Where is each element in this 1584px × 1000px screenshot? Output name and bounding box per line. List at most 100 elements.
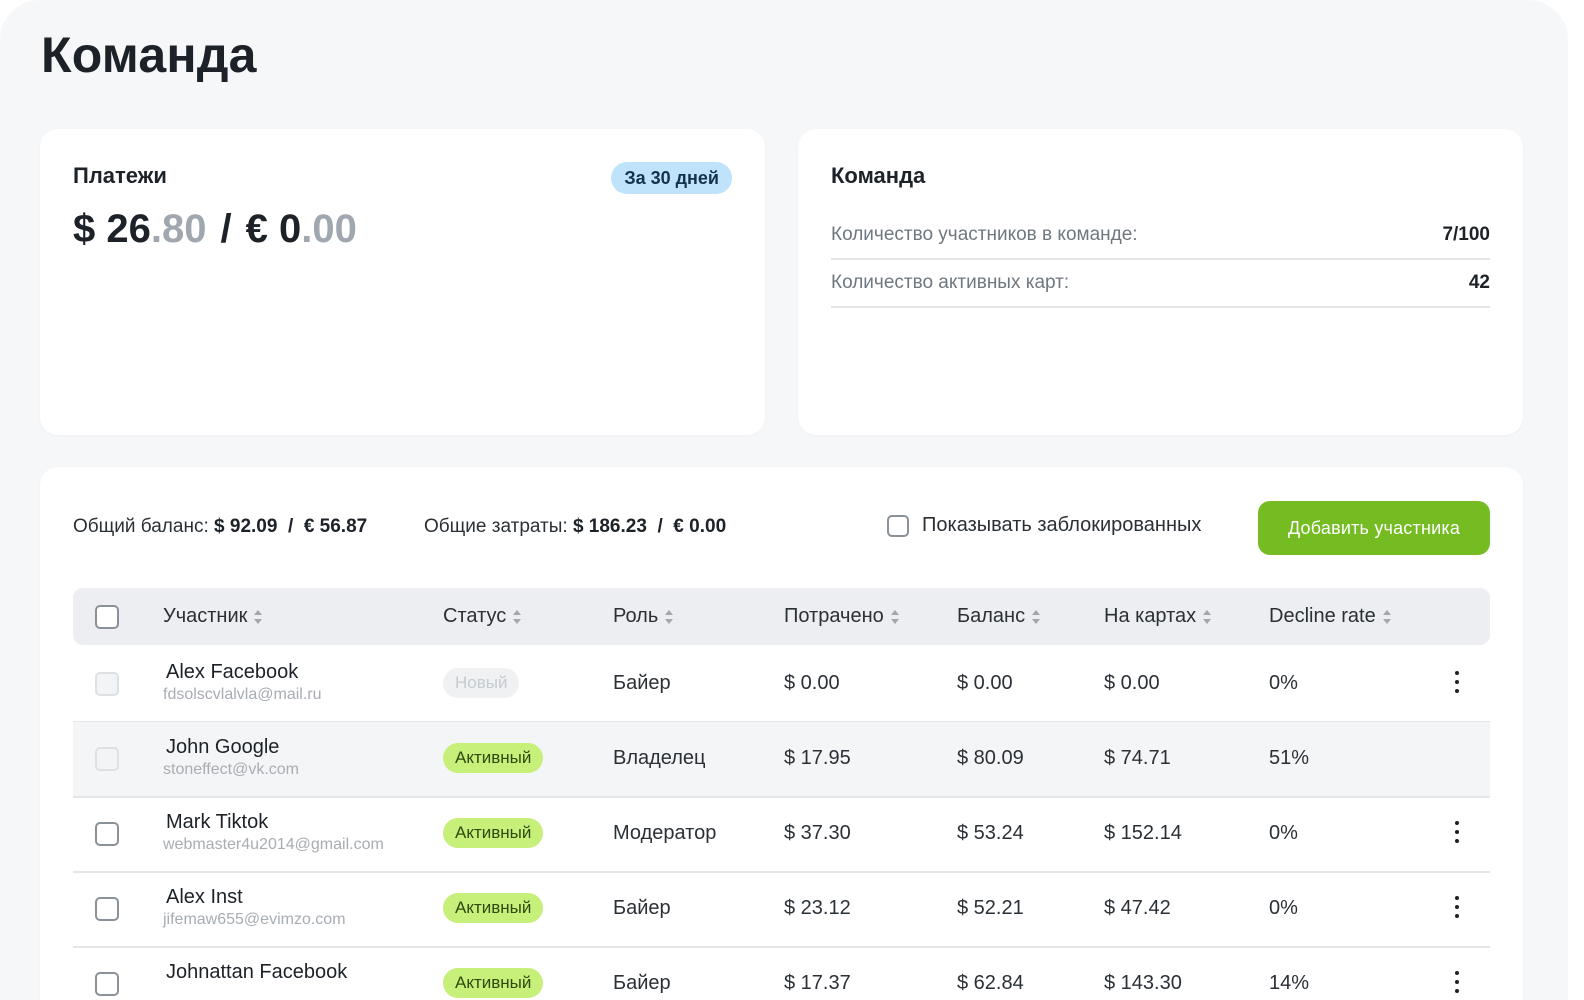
member-name[interactable]: Alex Inst [166,886,243,909]
sort-icon[interactable] [254,609,263,624]
stat-row-members: Количество участников в команде: 7/100 [831,212,1490,260]
total-balance-value: $ 92.09 / € 56.87 [214,516,368,537]
member-role: Байер [613,972,671,994]
member-name[interactable]: Mark Tiktok [166,811,268,834]
member-decline-rate: 0% [1269,822,1298,844]
column-header-role[interactable]: Роль [613,588,674,645]
table-row[interactable]: Mark Tiktok webmaster4u2014@gmail.com Акти… [73,797,1490,873]
more-options-icon[interactable] [1454,671,1460,695]
payments-title: Платежи [73,163,167,188]
member-balance: $ 62.84 [957,972,1024,994]
team-stats-card: Команда Количество участников в команде:… [798,129,1523,435]
show-blocked-checkbox[interactable] [887,514,909,537]
member-role: Байер [613,897,671,919]
more-options-icon[interactable] [1454,971,1460,995]
table-row[interactable]: Alex Facebook fdsolscvlalvla@mail.ru Новый… [73,647,1490,723]
member-spent: $ 37.30 [784,822,851,844]
member-email: jifemaw655@evimzo.com [163,911,346,928]
add-member-button[interactable]: Добавить участника [1258,501,1490,555]
row-checkbox[interactable] [95,747,119,771]
total-spend-value: $ 186.23 / € 0.00 [572,516,727,537]
member-role: Байер [613,672,671,694]
column-header-on-cards[interactable]: На картах [1104,588,1212,645]
row-checkbox[interactable] [95,897,119,921]
member-email: stoneffect@vk.com [163,761,299,778]
row-checkbox[interactable] [95,972,119,996]
sort-icon[interactable] [1382,609,1391,624]
column-label: На картах [1104,605,1197,627]
select-all-checkbox-cell[interactable] [95,588,119,645]
member-email: fdsolscvlalvla@mail.ru [163,686,322,703]
column-label: Роль [613,605,659,627]
member-spent: $ 17.37 [784,972,851,994]
table-header: Участник Статус Роль Потрачено Баланс На… [73,588,1490,645]
eur-decimal: .00 [301,207,357,251]
stat-label: Количество участников в команде: [831,224,1138,245]
more-options-icon[interactable] [1454,896,1460,920]
payments-amount: $ 26.80 / € 0.00 [73,207,357,252]
member-on-cards: $ 152.14 [1104,822,1182,844]
column-header-spent[interactable]: Потрачено [784,588,899,645]
member-balance: $ 80.09 [957,747,1024,769]
member-on-cards: $ 74.71 [1104,747,1171,769]
member-decline-rate: 51% [1269,747,1310,769]
member-on-cards: $ 143.30 [1104,972,1182,994]
total-spend: Общие затраты: $ 186.23 / € 0.00 [424,516,726,538]
stat-row-cards: Количество активных карт: 42 [831,260,1490,308]
member-balance: $ 0.00 [957,672,1013,694]
payments-card: Платежи За 30 дней $ 26.80 / € 0.00 [40,129,765,435]
member-balance: $ 52.21 [957,897,1024,919]
column-label: Баланс [957,605,1026,627]
member-name[interactable]: Johnattan Facebook [166,961,347,984]
usd-integer: $ 26 [73,207,151,251]
member-name[interactable]: Alex Facebook [166,661,298,684]
member-spent: $ 0.00 [784,672,840,694]
more-options-icon[interactable] [1454,821,1460,845]
sort-icon[interactable] [1032,609,1041,624]
sort-icon[interactable] [513,609,522,624]
member-balance: $ 53.24 [957,822,1024,844]
column-label: Decline rate [1269,605,1376,627]
member-role: Владелец [613,747,706,769]
table-row[interactable]: Johnattan Facebook Активный Байер $ 17.37 $ … [73,947,1490,1000]
page-title: Команда [41,27,257,83]
member-spent: $ 17.95 [784,747,851,769]
row-checkbox[interactable] [95,672,119,696]
status-badge: Активный [443,968,544,998]
row-checkbox[interactable] [95,822,119,846]
table-row[interactable]: Alex Inst jifemaw655@evimzo.com Активный Ба… [73,872,1490,948]
select-all-checkbox[interactable] [95,604,119,629]
column-header-balance[interactable]: Баланс [957,588,1041,645]
status-badge: Новый [443,668,520,698]
member-decline-rate: 0% [1269,672,1298,694]
stat-label: Количество активных карт: [831,272,1070,293]
sort-icon[interactable] [890,609,899,624]
stat-value: 7/100 [1442,224,1490,245]
column-header-status[interactable]: Статус [443,588,522,645]
show-blocked-label: Показывать заблокированных [922,514,1202,536]
table-row[interactable]: John Google stoneffect@vk.com Активный Влад… [73,722,1490,798]
stat-value: 42 [1468,272,1490,293]
column-label: Статус [443,605,507,627]
team-stats-title: Команда [831,163,926,188]
page-frame: Команда Платежи За 30 дней $ 26.80 / € 0.0… [0,0,1568,1000]
total-balance-label: Общий баланс: [73,516,209,537]
member-decline-rate: 14% [1269,972,1310,994]
member-role: Модератор [613,822,717,844]
total-spend-label: Общие затраты: [424,516,568,537]
members-card: Общий баланс: $ 92.09 / € 56.87 Общие за… [40,467,1523,1000]
member-decline-rate: 0% [1269,897,1298,919]
column-header-decline-rate[interactable]: Decline rate [1269,588,1391,645]
show-blocked-toggle[interactable]: Показывать заблокированных [887,514,1201,537]
status-badge: Активный [443,818,544,848]
sort-icon[interactable] [1203,609,1212,624]
member-name[interactable]: John Google [166,736,279,759]
period-badge[interactable]: За 30 дней [611,162,732,194]
column-header-member[interactable]: Участник [163,588,263,645]
sort-icon[interactable] [665,609,674,624]
amount-separator: / [220,207,232,251]
status-badge: Активный [443,743,544,773]
member-spent: $ 23.12 [784,897,851,919]
column-label: Потрачено [784,605,884,627]
member-on-cards: $ 0.00 [1104,672,1160,694]
